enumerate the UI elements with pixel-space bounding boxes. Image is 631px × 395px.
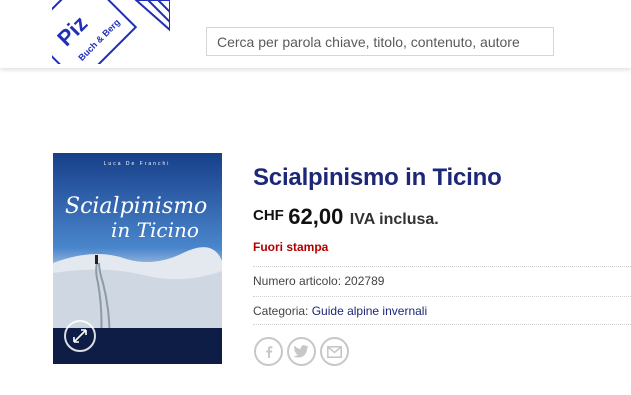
- share-facebook-button[interactable]: [254, 337, 283, 366]
- divider: [253, 324, 631, 325]
- stock-status: Fuori stampa: [253, 240, 329, 254]
- sku-value: 202789: [344, 274, 385, 288]
- divider: [253, 266, 631, 267]
- sku-label: Numero articolo:: [253, 274, 342, 288]
- search-input[interactable]: [206, 27, 554, 56]
- product-price: CHF 62,00 IVA inclusa.: [253, 204, 439, 230]
- category-label: Categoria:: [253, 304, 309, 318]
- price-vat-label: IVA inclusa.: [349, 211, 439, 228]
- cover-title-line1: Scialpinismo: [65, 194, 207, 219]
- price-currency: CHF: [253, 207, 284, 224]
- cover-title-line2: in Ticino: [111, 218, 199, 242]
- site-logo[interactable]: Piz Buch & Berg: [52, 0, 170, 64]
- product-sku: Numero articolo: 202789: [253, 274, 384, 288]
- expand-icon: [73, 329, 87, 343]
- product-category: Categoria: Guide alpine invernali: [253, 304, 427, 318]
- facebook-icon: [265, 345, 272, 358]
- category-link[interactable]: Guide alpine invernali: [312, 304, 427, 318]
- twitter-icon: [294, 345, 309, 358]
- logo-graphic: Piz Buch & Berg: [52, 0, 170, 64]
- cover-author: Luca De Franchi: [104, 161, 171, 167]
- zoom-button[interactable]: [64, 320, 96, 352]
- email-icon: [327, 345, 342, 358]
- share-twitter-button[interactable]: [287, 337, 316, 366]
- product-title: Scialpinismo in Ticino: [253, 164, 502, 191]
- site-header: Piz Buch & Berg: [0, 0, 631, 68]
- divider: [253, 296, 631, 297]
- share-email-button[interactable]: [320, 337, 349, 366]
- price-amount: 62,00: [288, 204, 344, 229]
